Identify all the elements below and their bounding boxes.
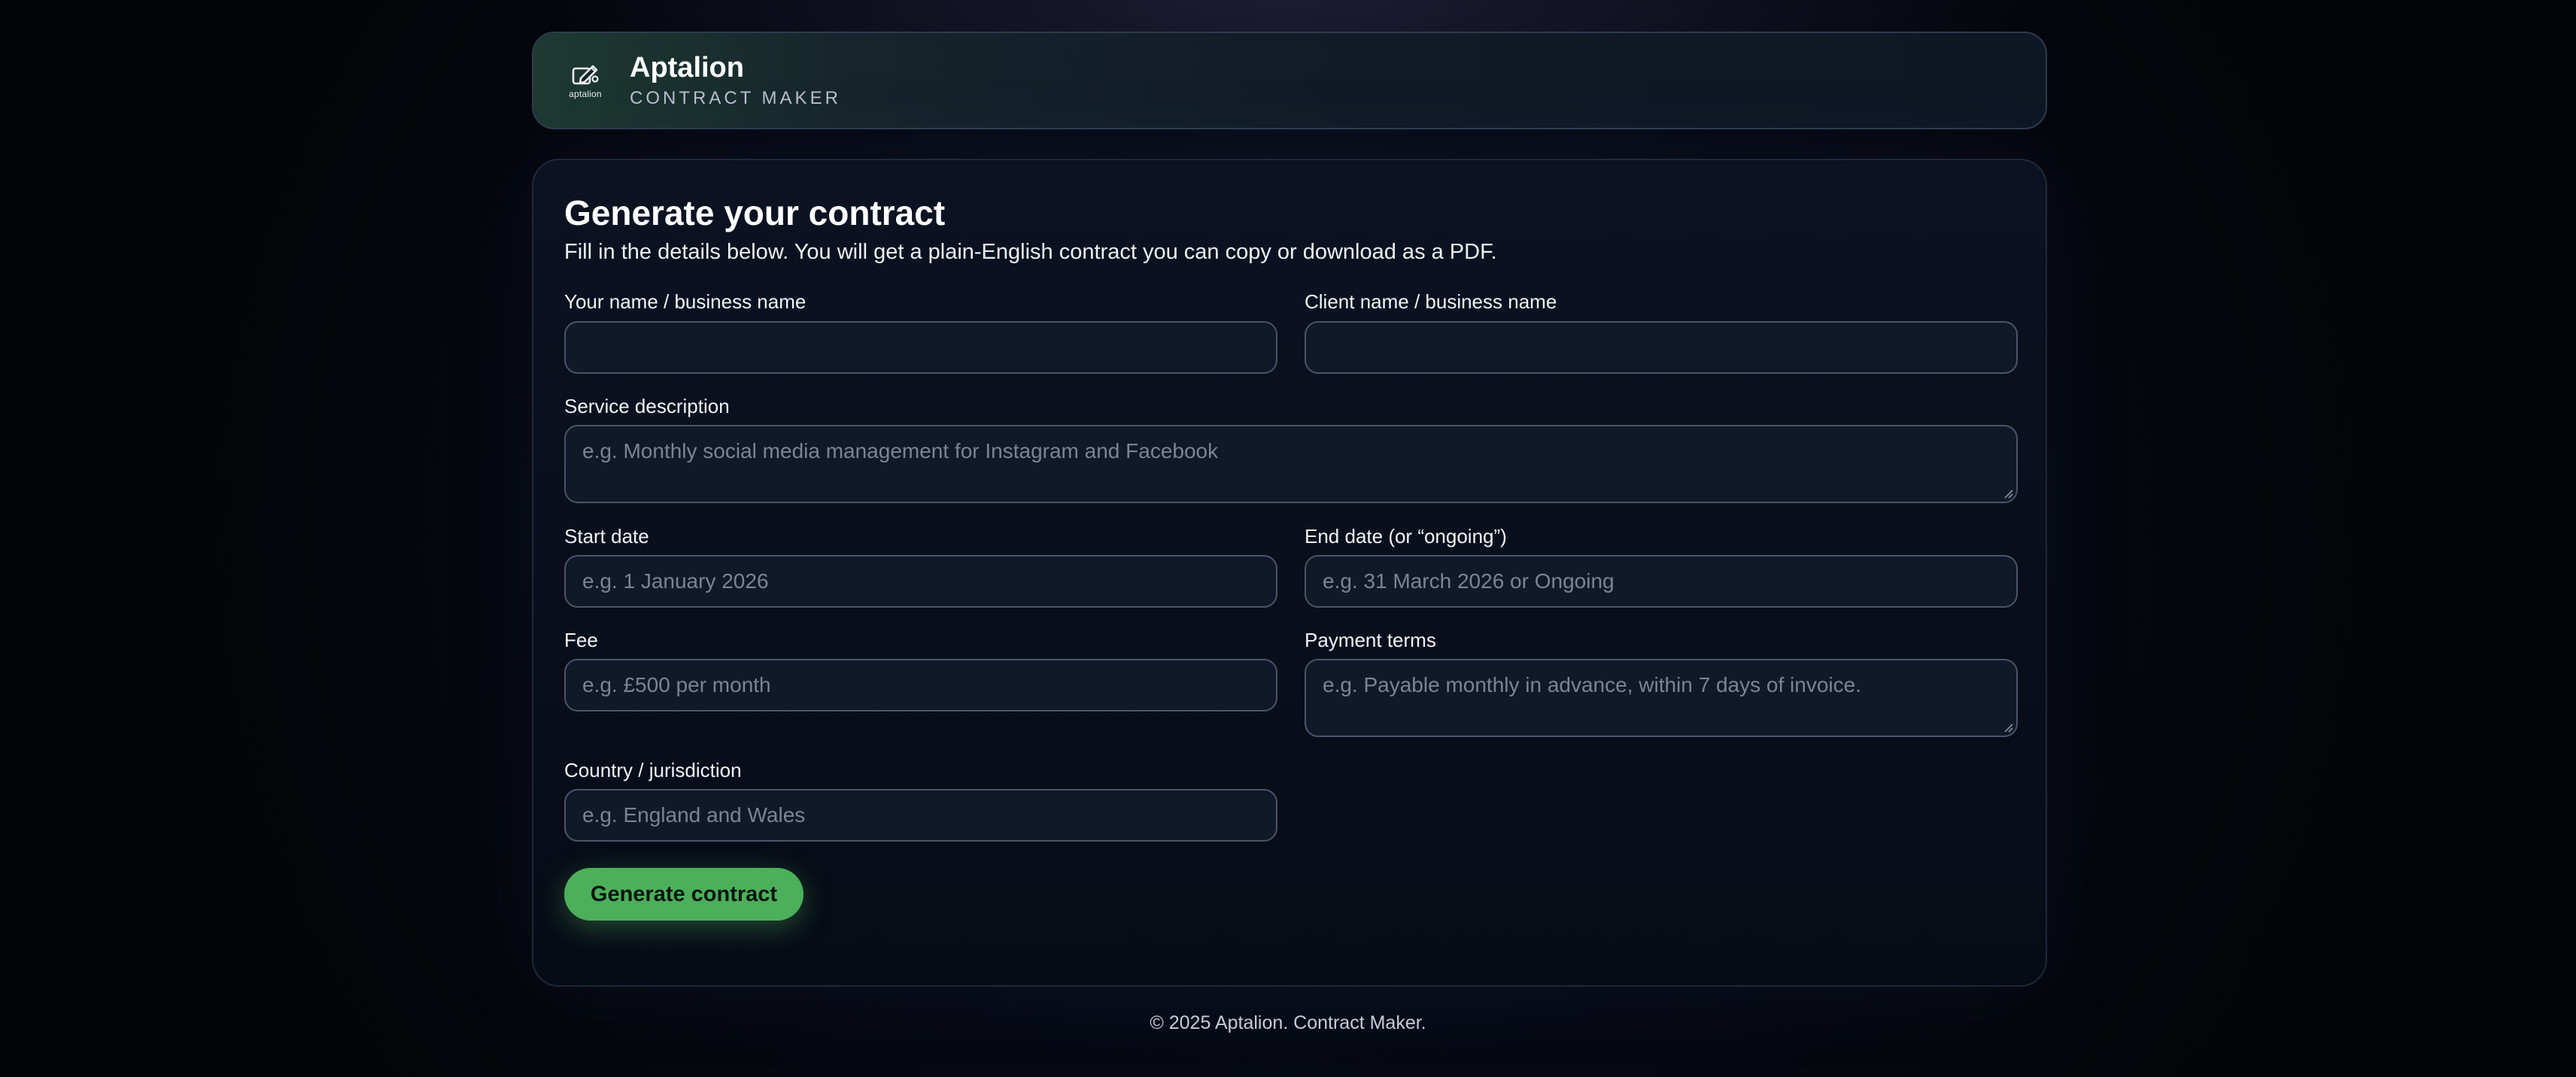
brand-name: Aptalion: [630, 52, 744, 83]
brand-block: Aptalion CONTRACT MAKER: [630, 51, 841, 110]
brand-logo: aptalion: [559, 54, 612, 107]
start-date-input[interactable]: [564, 555, 1277, 608]
brand-tagline: CONTRACT MAKER: [630, 88, 841, 108]
client-name-label: Client name / business name: [1305, 290, 1557, 313]
form-title: Generate your contract: [564, 193, 946, 232]
contract-form-card: Generate your contract Fill in the detai…: [532, 159, 2047, 987]
end-date-label: End date (or “ongoing”): [1305, 525, 1507, 548]
form-subtitle: Fill in the details below. You will get …: [564, 240, 1497, 264]
contract-sign-icon: [572, 65, 599, 85]
end-date-input[interactable]: [1305, 555, 2018, 608]
your-name-input[interactable]: [564, 321, 1277, 374]
generate-contract-button[interactable]: Generate contract: [564, 868, 803, 921]
payment-terms-label: Payment terms: [1305, 629, 1436, 651]
app-header: aptalion Aptalion CONTRACT MAKER: [532, 32, 2047, 129]
fee-label: Fee: [564, 629, 598, 651]
start-date-label: Start date: [564, 525, 649, 548]
fee-input[interactable]: [564, 659, 1277, 711]
logo-wordmark: aptalion: [569, 89, 602, 99]
country-input[interactable]: [564, 789, 1277, 842]
client-name-input[interactable]: [1305, 321, 2018, 374]
country-label: Country / jurisdiction: [564, 759, 742, 781]
your-name-label: Your name / business name: [564, 290, 807, 313]
service-description-label: Service description: [564, 395, 730, 417]
page-footer: © 2025 Aptalion. Contract Maker.: [1150, 1012, 1426, 1033]
payment-terms-textarea[interactable]: [1305, 659, 2018, 737]
service-description-textarea[interactable]: [564, 425, 2018, 503]
